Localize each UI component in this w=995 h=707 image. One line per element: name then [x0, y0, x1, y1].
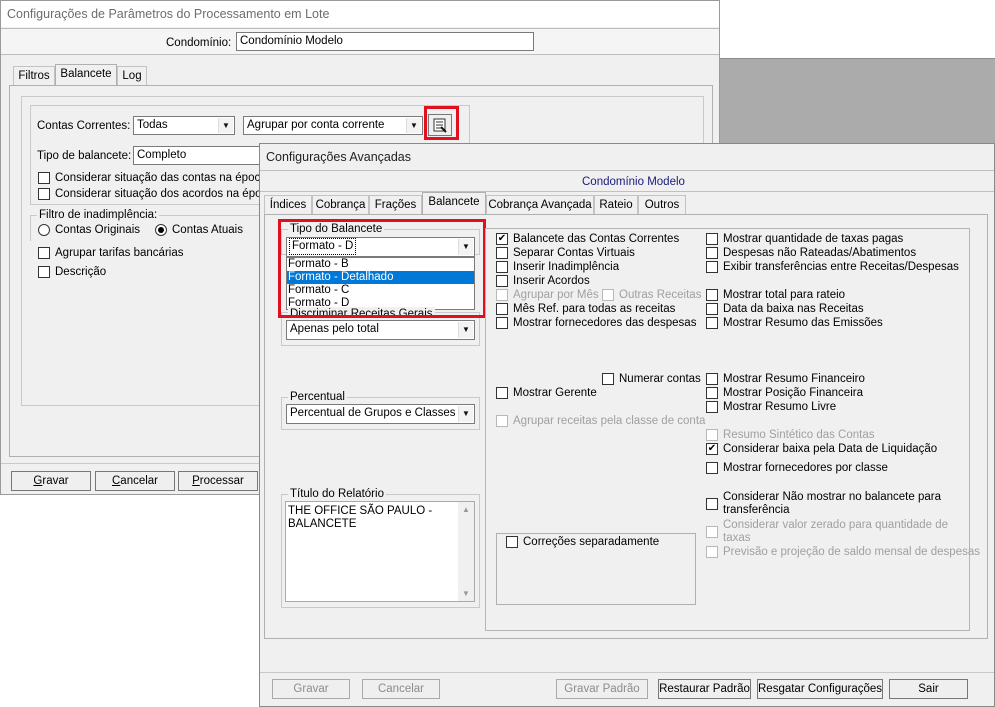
tab-cobranca-avancada[interactable]: Cobrança Avançada: [486, 195, 594, 214]
discriminar-select[interactable]: Apenas pelo total ▼: [286, 320, 475, 340]
advanced-settings-dialog: Configurações Avançadas Condomínio Model…: [259, 143, 995, 707]
check-correcoes[interactable]: Correções separadamente: [506, 535, 659, 549]
titulo-relatorio-textarea[interactable]: THE OFFICE SÃO PAULO - BALANCETE ▲ ▼: [285, 501, 475, 602]
tab-log[interactable]: Log: [117, 66, 147, 85]
window-title: Configurações de Parâmetros do Processam…: [1, 1, 719, 27]
annotation-highlight-settings: [424, 106, 459, 140]
check-resumo-emissoes[interactable]: Mostrar Resumo das Emissões: [706, 316, 883, 330]
check-agrupar-receitas-classe[interactable]: Agrupar receitas pela classe de conta: [496, 414, 705, 428]
radio-contas-atuais[interactable]: Contas Atuais: [155, 223, 243, 237]
check-situacao-acordos[interactable]: Considerar situação dos acordos na época: [38, 187, 274, 201]
resgatar-configuracoes-button[interactable]: Resgatar Configurações: [757, 679, 883, 699]
check-resumo-financeiro[interactable]: Mostrar Resumo Financeiro: [706, 372, 865, 386]
cancelar-button[interactable]: Cancelar: [95, 471, 175, 491]
check-descricao[interactable]: Descrição: [38, 265, 106, 279]
tipo-balancete-field[interactable]: Completo: [133, 146, 263, 165]
check-inserir-acordos[interactable]: Inserir Acordos: [496, 274, 590, 288]
check-agrupar-mes[interactable]: Agrupar por Mês: [496, 288, 599, 302]
check-posicao-financeira[interactable]: Mostrar Posição Financeira: [706, 386, 863, 400]
dialog-title: Configurações Avançadas: [260, 144, 994, 170]
check-mostrar-gerente[interactable]: Mostrar Gerente: [496, 386, 597, 400]
check-agrupar-tarifas[interactable]: Agrupar tarifas bancárias: [38, 246, 183, 260]
check-numerar-contas[interactable]: Numerar contas: [602, 372, 701, 386]
chevron-down-icon: ▼: [406, 118, 421, 133]
condominio-bar: Condomínio: Condomínio Modelo: [1, 28, 719, 55]
agrupar-select[interactable]: Agrupar por conta corrente ▼: [243, 116, 423, 135]
check-mes-ref[interactable]: Mês Ref. para todas as receitas: [496, 302, 675, 316]
tab-indices[interactable]: Índices: [264, 195, 312, 214]
textarea-scrollbar[interactable]: ▲ ▼: [458, 502, 474, 601]
annotation-highlight-tipo: [278, 219, 486, 318]
gravar-padrao-button[interactable]: Gravar Padrão: [556, 679, 648, 699]
check-resumo-livre[interactable]: Mostrar Resumo Livre: [706, 400, 836, 414]
condominio-field[interactable]: Condomínio Modelo: [236, 32, 534, 51]
dialog-condominio-name: Condomínio Modelo: [582, 176, 685, 188]
scroll-down-icon[interactable]: ▼: [462, 589, 470, 598]
check-outras-receitas[interactable]: Outras Receitas: [602, 288, 701, 302]
check-data-baixa[interactable]: Data da baixa nas Receitas: [706, 302, 864, 316]
check-considerar-baixa[interactable]: ✔ Considerar baixa pela Data de Liquidaçã…: [706, 442, 937, 456]
check-total-rateio[interactable]: Mostrar total para rateio: [706, 288, 845, 302]
dialog-gravar-button[interactable]: Gravar: [272, 679, 350, 699]
chevron-down-icon: ▼: [218, 118, 233, 133]
check-fornecedores-classe[interactable]: Mostrar fornecedores por classe: [706, 461, 888, 475]
tab-outros[interactable]: Outros: [638, 195, 686, 214]
chevron-down-icon: ▼: [458, 406, 473, 422]
check-exibir-transferencias[interactable]: Exibir transferências entre Receitas/Des…: [706, 260, 959, 274]
chevron-down-icon: ▼: [458, 322, 473, 338]
dialog-cancelar-button[interactable]: Cancelar: [362, 679, 440, 699]
tab-balancete-adv[interactable]: Balancete: [422, 192, 486, 214]
contas-correntes-select[interactable]: Todas ▼: [133, 116, 235, 135]
check-previsao[interactable]: Previsão e projeção de saldo mensal de d…: [706, 545, 980, 559]
condominio-label: Condomínio:: [166, 37, 232, 49]
check-separar-virtuais[interactable]: Separar Contas Virtuais: [496, 246, 635, 260]
tab-rateio[interactable]: Rateio: [594, 195, 638, 214]
check-valor-zerado[interactable]: Considerar valor zerado para quantidade …: [706, 518, 953, 546]
check-situacao-contas[interactable]: Considerar situação das contas na época: [38, 171, 267, 185]
contas-correntes-label: Contas Correntes:: [37, 120, 131, 132]
check-balancete-contas[interactable]: ✔ Balancete das Contas Correntes: [496, 232, 679, 246]
sair-button[interactable]: Sair: [889, 679, 968, 699]
tipo-balancete-label: Tipo de balancete:: [37, 150, 132, 162]
radio-contas-originais[interactable]: Contas Originais: [38, 223, 140, 237]
scroll-up-icon[interactable]: ▲: [458, 505, 474, 514]
restaurar-padrao-button[interactable]: Restaurar Padrão: [658, 679, 751, 699]
check-mostrar-fornecedores[interactable]: Mostrar fornecedores das despesas: [496, 316, 696, 330]
check-inserir-inadimplencia[interactable]: Inserir Inadimplência: [496, 260, 619, 274]
check-despesas-nao-rateadas[interactable]: Despesas não Rateadas/Abatimentos: [706, 246, 916, 260]
tab-balancete[interactable]: Balancete: [55, 64, 117, 86]
tab-fracoes[interactable]: Frações: [369, 195, 422, 214]
tab-cobranca[interactable]: Cobrança: [312, 195, 369, 214]
percentual-select[interactable]: Percentual de Grupos e Classes ▼: [286, 404, 475, 424]
gravar-button[interactable]: Gravar: [11, 471, 91, 491]
desktop-background: [720, 58, 995, 144]
check-resumo-sintetico[interactable]: Resumo Sintético das Contas: [706, 428, 875, 442]
tab-filtros[interactable]: Filtros: [13, 66, 55, 85]
check-nao-mostrar[interactable]: Considerar Não mostrar no balancete para…: [706, 490, 963, 518]
check-qtd-taxas[interactable]: Mostrar quantidade de taxas pagas: [706, 232, 903, 246]
processar-button[interactable]: Processar: [178, 471, 258, 491]
